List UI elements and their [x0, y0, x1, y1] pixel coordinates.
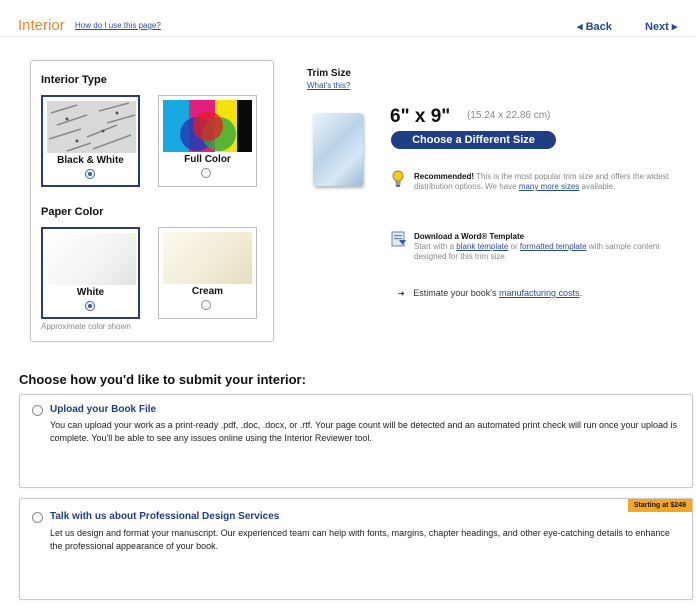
black-white-swatch	[47, 101, 136, 153]
cream-swatch	[163, 232, 252, 284]
lightbulb-icon	[391, 170, 405, 193]
arrow-right-icon: ➜	[398, 289, 405, 298]
estimate-text: Estimate your book's	[413, 288, 499, 298]
recommended-label: Recommended!	[414, 172, 475, 181]
radio-black-white[interactable]	[85, 169, 95, 179]
starting-price-badge: Starting at $249	[627, 499, 692, 512]
radio-white[interactable]	[85, 301, 95, 311]
option-cream[interactable]: Cream	[158, 227, 257, 319]
option-white[interactable]: White	[41, 227, 140, 319]
template-label: Download a Word® Template	[414, 232, 525, 241]
radio-full-color[interactable]	[201, 168, 211, 178]
formatted-template-link[interactable]: formatted template	[520, 242, 587, 251]
trim-size-value: 6" x 9"	[390, 106, 451, 127]
next-button[interactable]: Next ▸	[645, 20, 677, 33]
trim-size-cm: (15.24 x 22.86 cm)	[467, 110, 551, 121]
template-body-mid: or	[508, 242, 520, 251]
option-full-color[interactable]: Full Color	[158, 95, 257, 187]
option-black-white[interactable]: Black & White	[41, 95, 140, 187]
whats-this-link[interactable]: What's this?	[307, 81, 350, 90]
estimate-end: .	[579, 288, 583, 298]
option-label: Black & White	[57, 155, 124, 166]
template-body: Start with a	[414, 242, 457, 251]
upload-option-title[interactable]: Upload your Book File	[50, 404, 156, 415]
recommended-text: Recommended! This is the most popular tr…	[414, 172, 684, 192]
recommended-end: available.	[579, 182, 616, 191]
interior-type-label: Interior Type	[41, 74, 107, 86]
submit-heading: Choose how you'd like to submit your int…	[19, 372, 306, 387]
many-more-sizes-link[interactable]: many more sizes	[519, 182, 579, 191]
page-title: Interior	[18, 17, 65, 34]
help-link[interactable]: How do I use this page?	[75, 21, 161, 30]
radio-upload[interactable]	[32, 405, 43, 416]
radio-cream[interactable]	[201, 300, 211, 310]
upload-option-box[interactable]: Upload your Book File You can upload you…	[19, 394, 693, 488]
radio-design-services[interactable]	[32, 512, 43, 523]
option-label: White	[76, 287, 105, 298]
design-services-description: Let us design and format your manuscript…	[50, 528, 670, 551]
color-note: Approximate color shown	[41, 322, 131, 331]
choose-size-button[interactable]: Choose a Different Size	[391, 131, 556, 149]
book-preview	[313, 113, 363, 186]
paper-color-label: Paper Color	[41, 206, 104, 218]
word-template-icon	[391, 231, 407, 252]
template-text: Download a Word® Template Start with a b…	[414, 232, 684, 262]
design-services-title[interactable]: Talk with us about Professional Design S…	[50, 511, 279, 522]
blank-template-link[interactable]: blank template	[456, 242, 508, 251]
upload-option-description: You can upload your work as a print-read…	[50, 420, 678, 443]
trim-size-title: Trim Size	[307, 68, 351, 79]
option-label: Cream	[191, 286, 224, 297]
page-header: Interior How do I use this page? ◂ Back …	[0, 0, 696, 37]
back-button[interactable]: ◂ Back	[577, 20, 612, 33]
white-swatch	[47, 233, 136, 285]
estimate-row: ➜ Estimate your book's manufacturing cos…	[398, 288, 582, 298]
option-label: Full Color	[184, 154, 231, 165]
full-color-swatch	[163, 100, 252, 152]
design-services-option-box[interactable]: Starting at $249 Talk with us about Prof…	[19, 498, 693, 600]
manufacturing-costs-link[interactable]: manufacturing costs	[499, 288, 580, 298]
